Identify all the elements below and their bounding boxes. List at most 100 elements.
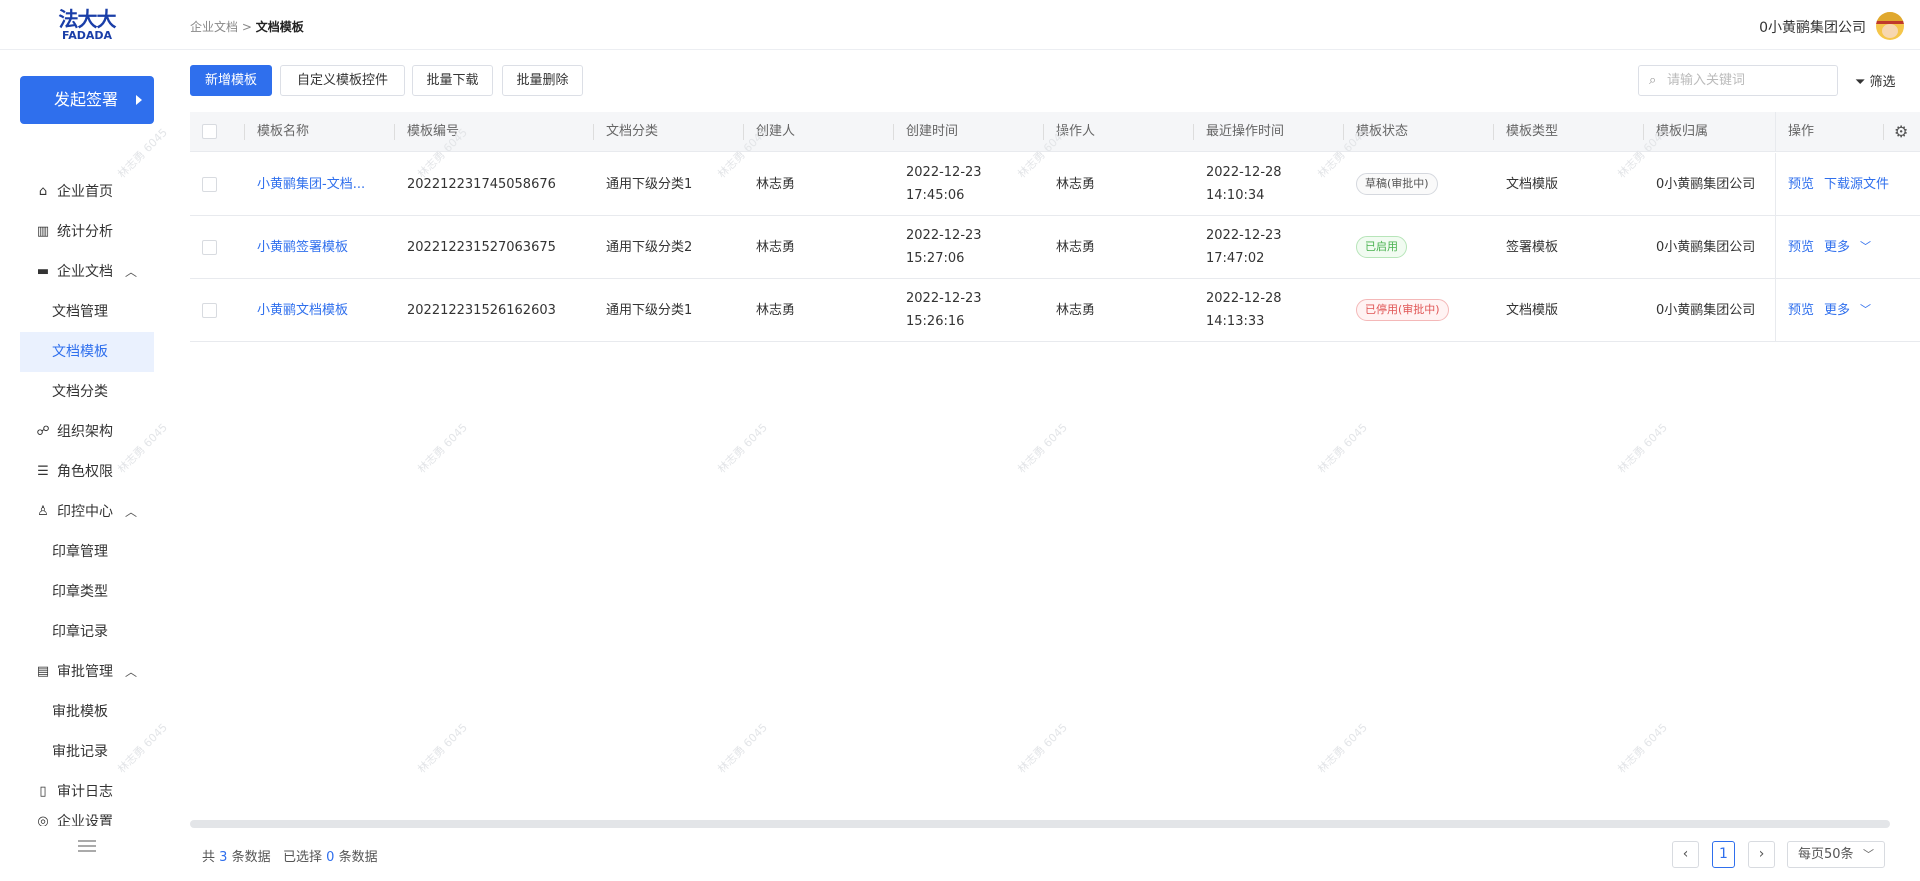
sidebar-item-label: 企业文档 xyxy=(57,264,113,280)
logo-en: FADADA xyxy=(61,29,113,42)
sidebar-item-label: 印控中心 xyxy=(57,504,113,520)
settings-icon: ◎ xyxy=(37,814,49,827)
fadada-logo[interactable]: 法大大 FADADA xyxy=(56,8,118,42)
sidebar-item-seal-management[interactable]: 印章管理 xyxy=(20,532,154,572)
sidebar-item-label: 印章类型 xyxy=(52,584,108,600)
select-all-checkbox[interactable] xyxy=(202,124,217,139)
row-actions: 预览 更多 ﹀ xyxy=(1775,216,1920,278)
sidebar-item-label: 角色权限 xyxy=(57,464,113,480)
next-page-button[interactable]: › xyxy=(1748,841,1775,868)
sidebar-item-org[interactable]: ☍ 组织架构 xyxy=(20,412,154,452)
sidebar-item-approval[interactable]: ▤ 审批管理 ︿ xyxy=(20,652,154,692)
home-icon: ⌂ xyxy=(38,184,48,199)
sidebar-item-label: 审批管理 xyxy=(57,664,113,680)
page-size-value: 每页50条 xyxy=(1798,847,1854,862)
filter-button[interactable]: ⏷ 筛选 xyxy=(1855,71,1896,90)
template-type: 签署模板 xyxy=(1506,240,1559,255)
selected-suffix: 条数据 xyxy=(338,850,378,865)
template-name-link[interactable]: 小黄鹂签署模板 xyxy=(257,236,348,259)
sidebar-item-audit-log[interactable]: ▯ 审计日志 xyxy=(20,772,154,812)
row-checkbox[interactable] xyxy=(202,303,217,318)
logo-cn: 法大大 xyxy=(58,7,117,31)
clipboard-icon: ▤ xyxy=(36,664,50,679)
template-name-link[interactable]: 小黄鹂集团-文档... xyxy=(257,173,365,196)
batch-download-button[interactable]: 批量下载 xyxy=(412,65,493,96)
created-date: 2022-12-23 xyxy=(906,291,982,306)
add-template-button[interactable]: 新增模板 xyxy=(190,65,272,96)
sidebar-item-seal-types[interactable]: 印章类型 xyxy=(20,572,154,612)
sidebar-item-label: 印章记录 xyxy=(52,624,108,640)
col-header-last-op-time[interactable]: 最近操作时间 xyxy=(1193,112,1284,152)
col-header-creator[interactable]: 创建人 xyxy=(743,112,795,152)
sidebar-item-seal-center[interactable]: ♙ 印控中心 ︿ xyxy=(20,492,154,532)
avatar[interactable] xyxy=(1876,12,1904,40)
preview-link[interactable]: 预览 xyxy=(1788,173,1814,196)
template-owner: 0小黄鹂集团公司 xyxy=(1656,303,1756,318)
collapse-menu-icon[interactable] xyxy=(78,840,96,854)
sidebar-item-documents[interactable]: ▬ 企业文档 ︿ xyxy=(20,252,154,292)
sidebar-item-label: 企业设置 xyxy=(57,814,113,826)
chevron-down-icon[interactable]: ﹀ xyxy=(1860,235,1871,258)
company-name[interactable]: 0小黄鹂集团公司 xyxy=(1759,17,1866,37)
sidebar-item-doc-management[interactable]: 文档管理 xyxy=(20,292,154,332)
column-settings-gear-icon[interactable]: ⚙ xyxy=(1894,122,1908,141)
row-checkbox[interactable] xyxy=(202,177,217,192)
selected-count: 0 xyxy=(326,850,335,865)
row-checkbox[interactable] xyxy=(202,240,217,255)
search-box: ⌕ xyxy=(1638,65,1838,96)
avatar-face xyxy=(1882,24,1898,38)
last-op-time: 17:47:02 xyxy=(1206,251,1265,266)
template-name-link[interactable]: 小黄鹂文档模板 xyxy=(257,299,348,322)
sidebar-item-doc-templates[interactable]: 文档模板 xyxy=(20,332,154,372)
sidebar-item-label: 统计分析 xyxy=(57,224,113,240)
operator: 林志勇 xyxy=(1056,177,1096,192)
total-suffix: 条数据 xyxy=(231,850,271,865)
prev-page-button[interactable]: ‹ xyxy=(1672,841,1699,868)
sidebar-item-home[interactable]: ⌂ 企业首页 xyxy=(20,172,154,212)
template-table: 模板名称 模板编号 文档分类 创建人 创建时间 操作人 最近操作时间 模板状态 … xyxy=(190,112,1920,672)
more-link[interactable]: 更多 xyxy=(1824,299,1850,322)
preview-link[interactable]: 预览 xyxy=(1788,299,1814,322)
breadcrumb: 企业文档 > 文档模板 xyxy=(190,18,304,35)
more-link[interactable]: 更多 xyxy=(1824,236,1850,259)
page-size-select[interactable]: 每页50条 ﹀ xyxy=(1787,841,1885,868)
template-owner: 0小黄鹂集团公司 xyxy=(1656,177,1756,192)
creator: 林志勇 xyxy=(756,240,796,255)
chevron-up-icon: ︿ xyxy=(125,265,138,279)
sidebar-item-doc-categories[interactable]: 文档分类 xyxy=(20,372,154,412)
start-signing-button[interactable]: 发起签署 xyxy=(20,76,154,124)
col-header-category[interactable]: 文档分类 xyxy=(593,112,658,152)
col-header-status[interactable]: 模板状态 xyxy=(1343,112,1408,152)
page-number-current[interactable]: 1 xyxy=(1712,841,1735,868)
sidebar-item-roles[interactable]: ☰ 角色权限 xyxy=(20,452,154,492)
batch-delete-button[interactable]: 批量删除 xyxy=(502,65,583,96)
created-date: 2022-12-23 xyxy=(906,165,982,180)
search-icon: ⌕ xyxy=(1649,73,1657,88)
custom-template-control-button[interactable]: 自定义模板控件 xyxy=(280,65,405,96)
download-source-link[interactable]: 下载源文件 xyxy=(1824,173,1889,196)
sidebar-item-label: 审批模板 xyxy=(52,704,108,720)
col-header-type[interactable]: 模板类型 xyxy=(1493,112,1558,152)
sidebar-item-approval-records[interactable]: 审批记录 xyxy=(20,732,154,772)
last-op-date: 2022-12-28 xyxy=(1206,291,1282,306)
search-input[interactable] xyxy=(1667,70,1827,91)
created-date: 2022-12-23 xyxy=(906,228,982,243)
sidebar-item-statistics[interactable]: ▥ 统计分析 xyxy=(20,212,154,252)
col-header-name[interactable]: 模板名称 xyxy=(244,112,309,152)
col-header-operator[interactable]: 操作人 xyxy=(1043,112,1095,152)
chevron-down-icon[interactable]: ﹀ xyxy=(1860,298,1871,321)
col-header-created-time[interactable]: 创建时间 xyxy=(893,112,958,152)
sidebar-item-seal-records[interactable]: 印章记录 xyxy=(20,612,154,652)
breadcrumb-parent[interactable]: 企业文档 xyxy=(190,20,238,34)
status-badge: 草稿(审批中) xyxy=(1356,173,1438,195)
horizontal-scrollbar[interactable] xyxy=(190,820,1890,828)
sidebar-item-settings[interactable]: ◎ 企业设置 xyxy=(20,812,154,826)
created-time: 15:26:16 xyxy=(906,314,965,329)
preview-link[interactable]: 预览 xyxy=(1788,236,1814,259)
col-header-owner[interactable]: 模板归属 xyxy=(1643,112,1708,152)
col-header-actions: 操作 xyxy=(1788,124,1815,139)
col-header-code[interactable]: 模板编号 xyxy=(394,112,459,152)
sidebar-item-approval-templates[interactable]: 审批模板 xyxy=(20,692,154,732)
main-content: 新增模板 自定义模板控件 批量下载 批量删除 ⌕ ⏷ 筛选 模板名称 模板编号 … xyxy=(174,50,1920,881)
sidebar-item-label: 审批记录 xyxy=(52,744,108,760)
